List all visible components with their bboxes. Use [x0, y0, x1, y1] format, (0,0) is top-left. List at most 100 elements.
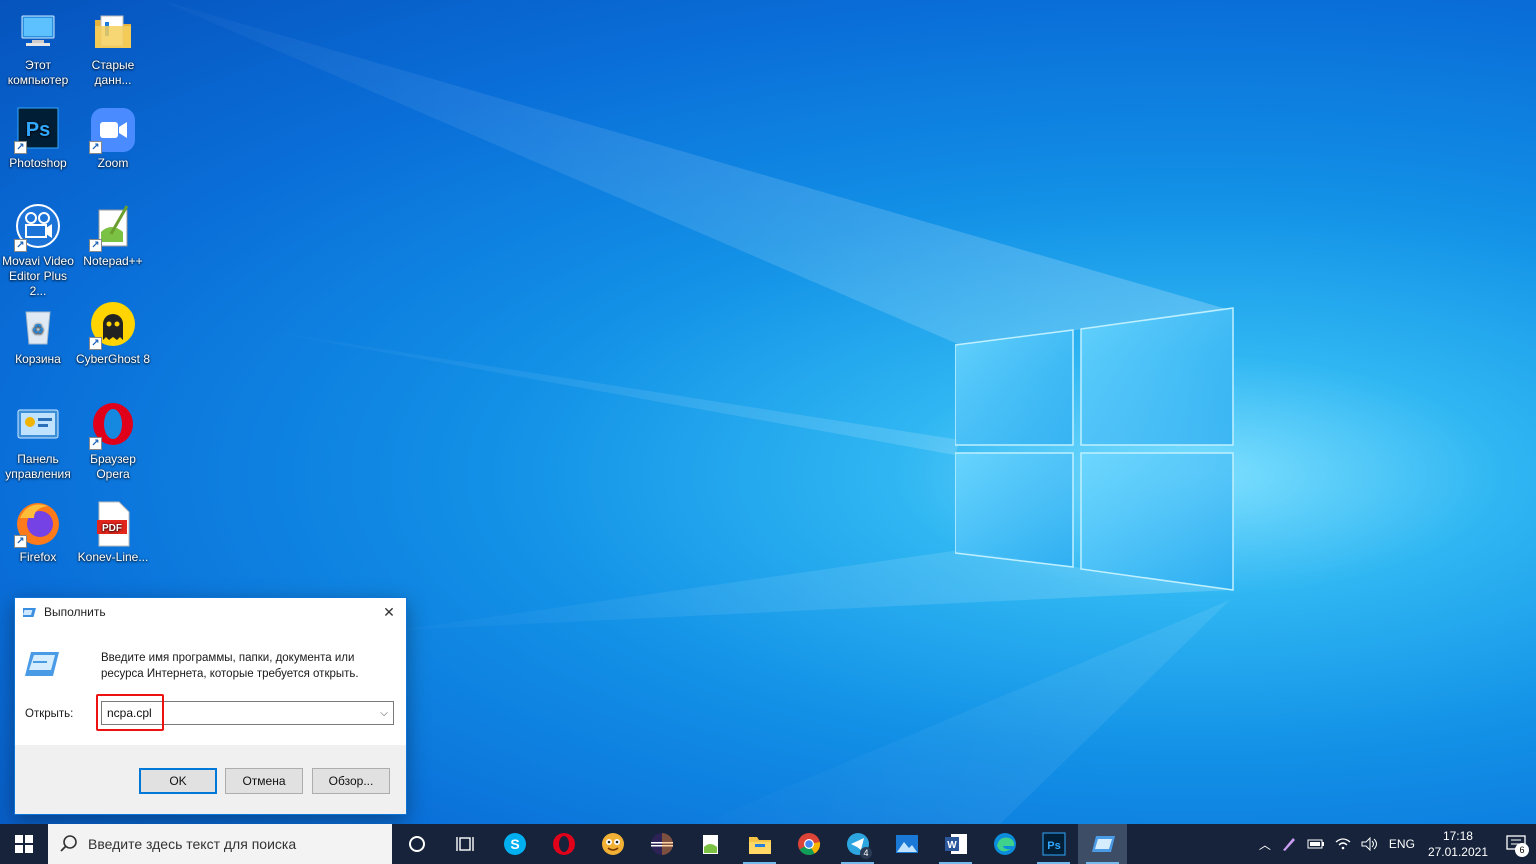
search-icon	[60, 835, 77, 852]
svg-text:Ps: Ps	[26, 119, 50, 141]
file-explorer-icon	[748, 837, 771, 854]
ok-button[interactable]: OK	[139, 768, 217, 794]
shortcut-arrow-icon: ↗	[14, 141, 27, 154]
run-dialog-titlebar[interactable]: Выполнить ✕	[15, 598, 406, 626]
desktop-icon-pdf-file[interactable]: PDF Konev-Line...	[75, 500, 151, 565]
run-dialog-body: Введите имя программы, папки, документа …	[15, 626, 406, 745]
notepadpp-icon	[702, 835, 718, 854]
taskbar-photos[interactable]	[882, 824, 931, 864]
chrome-icon	[797, 833, 820, 855]
computer-icon	[21, 15, 55, 46]
shortcut-arrow-icon: ↗	[89, 141, 102, 154]
clock[interactable]: 17:18 27.01.2021	[1420, 828, 1496, 860]
desktop-icon-label: Этот компьютер	[7, 58, 69, 87]
desktop-icon-this-pc[interactable]: Этот компьютер	[0, 8, 76, 88]
task-view-icon	[455, 837, 474, 851]
desktop-icon-opera[interactable]: ↗ Браузер Opera	[75, 402, 151, 482]
open-label: Открыть:	[25, 708, 74, 720]
pen-icon	[1282, 838, 1295, 851]
edge-icon	[993, 833, 1016, 855]
cancel-button[interactable]: Отмена	[225, 768, 303, 794]
recycle-bin-icon: ♻	[25, 311, 51, 345]
desktop-icon-label: Notepad++	[83, 254, 143, 268]
taskbar-skype[interactable]: S	[490, 824, 539, 864]
desktop-icon-control-panel[interactable]: Панель управления	[0, 402, 76, 482]
wifi-icon	[1335, 838, 1351, 850]
run-program-icon	[25, 652, 59, 676]
opera-icon	[552, 833, 575, 855]
search-placeholder: Введите здесь текст для поиска	[88, 836, 297, 852]
taskbar-file-explorer[interactable]	[735, 824, 784, 864]
desktop-icon-recycle-bin[interactable]: ♻ Корзина	[0, 302, 76, 367]
word-icon: W	[944, 834, 967, 854]
tray-wifi-button[interactable]	[1330, 824, 1356, 864]
svg-text:PDF: PDF	[102, 523, 122, 534]
language-indicator[interactable]: ENG	[1384, 824, 1420, 864]
desktop-icon-label: Zoom	[97, 156, 129, 170]
notification-badge: 6	[1515, 843, 1529, 857]
run-dialog: Выполнить ✕ Введите имя программы, папки…	[14, 597, 407, 815]
taskbar-notepadpp[interactable]	[686, 824, 735, 864]
taskbar-eclipse[interactable]	[637, 824, 686, 864]
taskbar-word[interactable]: W	[931, 824, 980, 864]
taskbar-telegram[interactable]: 4	[833, 824, 882, 864]
desktop-icon-notepadpp[interactable]: ↗ Notepad++	[75, 204, 151, 269]
desktop-icon-zoom[interactable]: ↗ Zoom	[75, 106, 151, 171]
pdf-file-icon: PDF	[97, 501, 130, 547]
run-dialog-description: Введите имя программы, папки, документа …	[101, 652, 359, 680]
control-panel-icon	[17, 409, 59, 439]
desktop-icon-label: Панель управления	[5, 452, 71, 481]
taskbar-opera[interactable]	[539, 824, 588, 864]
desktop-icon-cyberghost[interactable]: ↗ CyberGhost 8	[75, 302, 151, 367]
taskbar-emoji-app[interactable]	[588, 824, 637, 864]
desktop-icon-movavi[interactable]: ↗ Movavi Video Editor Plus 2...	[0, 204, 76, 299]
desktop-icon-label: Корзина	[15, 352, 61, 366]
run-dialog-title: Выполнить	[44, 605, 106, 619]
taskbar-search-box[interactable]: Введите здесь текст для поиска	[48, 824, 392, 864]
cortana-button[interactable]	[392, 824, 441, 864]
taskbar-photoshop[interactable]: Ps	[1029, 824, 1078, 864]
desktop-icon-photoshop[interactable]: Ps ↗ Photoshop	[0, 106, 76, 171]
tray-overflow-button[interactable]: ︿	[1254, 824, 1276, 864]
shortcut-arrow-icon: ↗	[89, 437, 102, 450]
tray-battery-button[interactable]	[1302, 824, 1330, 864]
taskbar-chrome[interactable]	[784, 824, 833, 864]
shortcut-arrow-icon: ↗	[14, 535, 27, 548]
system-tray: ︿ ENG 17:18 27.01.2021 6	[1254, 824, 1536, 864]
desktop-icon-label: Firefox	[19, 550, 57, 564]
skype-icon: S	[503, 833, 526, 855]
desktop-icon-label: Konev-Line...	[77, 550, 149, 564]
browse-button[interactable]: Обзор...	[312, 768, 390, 794]
svg-text:S: S	[510, 836, 519, 852]
chevron-up-icon: ︿	[1258, 837, 1271, 852]
photoshop-icon: Ps	[1042, 832, 1065, 856]
run-icon	[1091, 836, 1115, 852]
desktop-icon-label: Браузер Opera	[90, 452, 136, 481]
desktop-icon-label: Movavi Video Editor Plus 2...	[2, 254, 74, 298]
annotation-highlight-box	[96, 694, 164, 731]
shortcut-arrow-icon: ↗	[14, 239, 27, 252]
start-button[interactable]	[0, 824, 48, 864]
photos-icon	[895, 835, 918, 853]
clock-date: 27.01.2021	[1427, 845, 1488, 859]
tray-volume-button[interactable]	[1356, 824, 1384, 864]
taskbar-run[interactable]	[1078, 824, 1127, 864]
task-view-button[interactable]	[441, 824, 490, 864]
desktop-icon-label: Старые данн...	[91, 58, 135, 87]
windows-logo-wallpaper	[955, 307, 1234, 591]
svg-text:Ps: Ps	[1047, 840, 1060, 852]
desktop-icon-old-data[interactable]: Старые данн...	[75, 8, 151, 88]
battery-icon	[1307, 839, 1324, 849]
emoji-app-icon	[601, 833, 624, 855]
cortana-icon	[408, 836, 425, 852]
desktop-icon-label: CyberGhost 8	[75, 352, 151, 366]
svg-text:W: W	[947, 840, 957, 851]
chevron-down-icon[interactable]: ⌵	[375, 708, 393, 719]
close-icon[interactable]: ✕	[372, 598, 406, 626]
tray-pen-button[interactable]	[1276, 824, 1302, 864]
notification-center-button[interactable]: 6	[1496, 824, 1536, 864]
telegram-badge: 4	[860, 847, 872, 859]
taskbar-edge[interactable]	[980, 824, 1029, 864]
windows-start-icon	[15, 835, 33, 853]
desktop-icon-firefox[interactable]: ↗ Firefox	[0, 500, 76, 565]
